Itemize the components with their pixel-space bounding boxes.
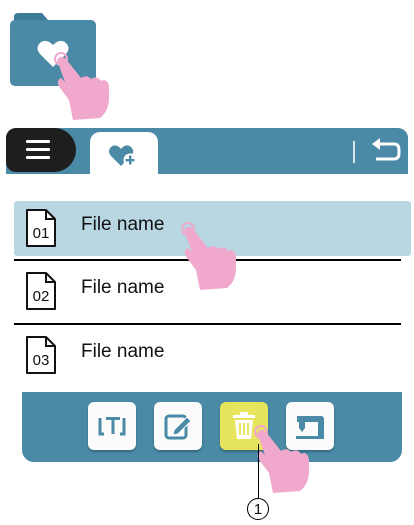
file-name: File name bbox=[81, 341, 165, 362]
heart-plus-icon bbox=[109, 145, 137, 167]
file-number: 01 bbox=[32, 225, 50, 242]
file-name: File name bbox=[81, 277, 165, 298]
pointing-hand-icon bbox=[181, 222, 236, 290]
file-number: 02 bbox=[32, 288, 50, 305]
menu-button[interactable] bbox=[6, 128, 76, 172]
file-number: 03 bbox=[32, 352, 50, 369]
bottom-toolbar bbox=[22, 392, 402, 462]
tab-favorites[interactable] bbox=[90, 132, 158, 174]
rename-text-icon bbox=[98, 417, 126, 436]
pointing-hand-icon bbox=[54, 52, 109, 120]
back-arrow-icon[interactable] bbox=[368, 138, 402, 166]
edit-pencil-icon bbox=[164, 414, 192, 440]
tab-separator bbox=[353, 141, 355, 163]
callout-line bbox=[258, 444, 259, 498]
edit-button[interactable] bbox=[154, 402, 202, 450]
file-name: File name bbox=[81, 214, 165, 235]
rename-button[interactable] bbox=[88, 402, 136, 450]
row-divider bbox=[14, 323, 401, 325]
pointing-hand-icon bbox=[254, 425, 309, 493]
file-row-3[interactable]: 03 File name bbox=[14, 328, 411, 383]
callout-number: 1 bbox=[247, 498, 269, 520]
